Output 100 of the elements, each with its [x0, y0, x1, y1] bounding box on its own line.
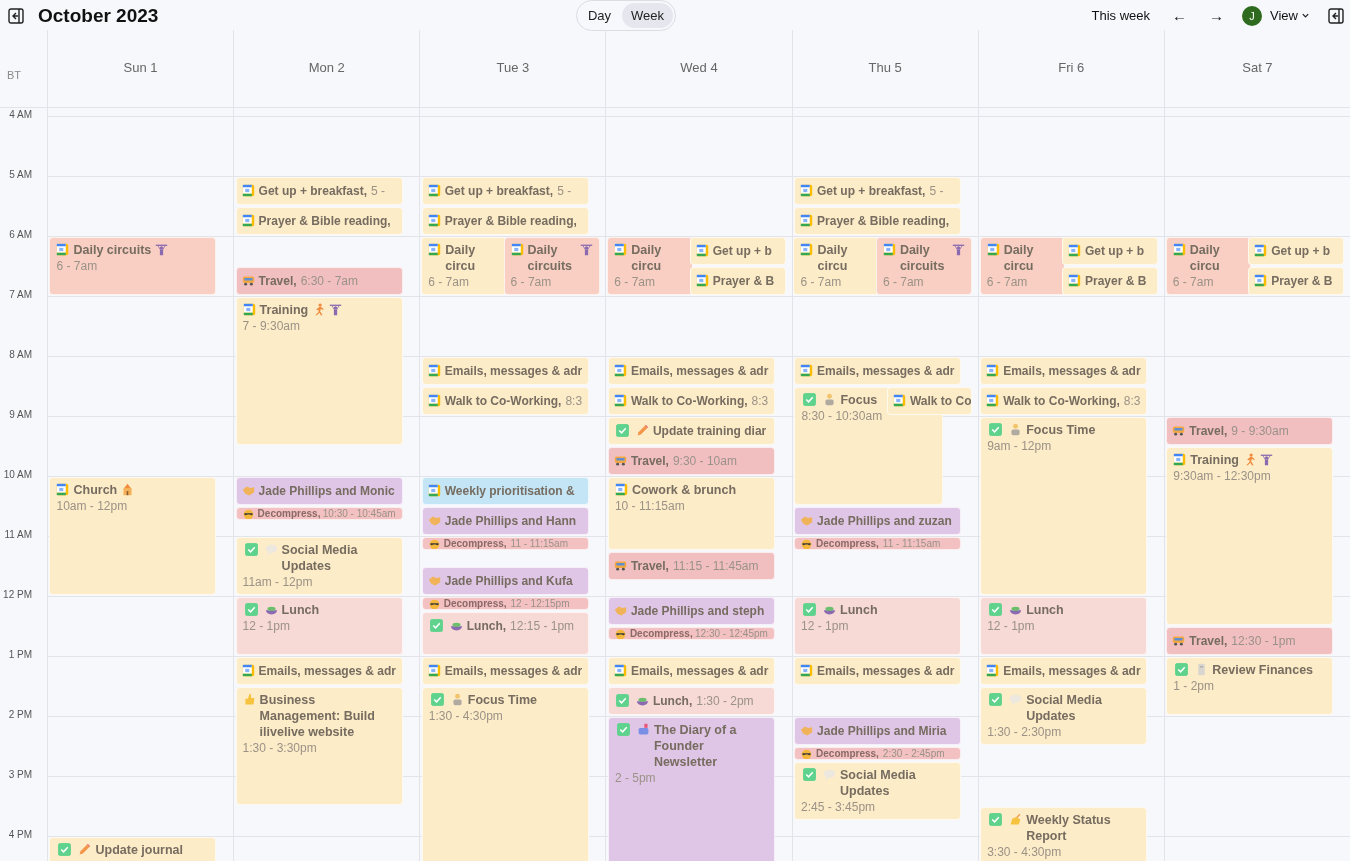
calendar-event[interactable]: Training 9:30am - 12:30pm — [1166, 447, 1334, 625]
calendar-event[interactable]: Jade Phillips and Monic — [235, 477, 403, 505]
checkbox[interactable] — [430, 693, 444, 706]
checkbox[interactable] — [803, 393, 817, 406]
calendar-event[interactable]: Lunch 12 - 1pm — [980, 597, 1148, 655]
view-tab[interactable]: Week — [622, 3, 674, 28]
calendar-event[interactable]: Emails, messages & adr — [980, 357, 1148, 385]
calendar-event[interactable]: Get up + b — [689, 237, 786, 265]
calendar-event[interactable]: Prayer & Bible reading, — [794, 207, 961, 235]
view-tab[interactable]: Day — [578, 3, 621, 28]
checkbox[interactable] — [989, 423, 1003, 436]
calendar-event[interactable]: Review Finances 1 - 2pm — [1166, 657, 1334, 715]
previous-button[interactable]: ← — [1168, 5, 1192, 26]
calendar-event[interactable]: Jade Phillips and Miria — [794, 717, 961, 745]
calendar-event[interactable]: Jade Phillips and Kufa — [421, 567, 589, 595]
calendar-event[interactable]: Training 7 - 9:30am — [235, 297, 403, 445]
calendar-event[interactable]: Focus Time 9am - 12pm — [980, 417, 1148, 595]
checkbox[interactable] — [615, 694, 629, 707]
calendar-event[interactable]: Daily circuits 6 - 7am — [49, 237, 217, 295]
calendar-event[interactable]: Decompress, 11 - 11:15am — [794, 537, 961, 550]
checkbox[interactable] — [989, 813, 1003, 826]
checkbox[interactable] — [429, 619, 443, 632]
sidebar-toggle-icon[interactable] — [8, 7, 24, 24]
calendar-event[interactable]: Church 10am - 12pm — [49, 477, 217, 595]
calendar-event[interactable]: Walk to Co-Working, 8:3 — [607, 387, 775, 415]
calendar-event[interactable]: Prayer & B — [1062, 267, 1159, 295]
calendar-event[interactable]: Walk to Co-Working, 8:3 — [980, 387, 1148, 415]
calendar-event[interactable]: Daily circu 6 - 7am — [607, 237, 693, 295]
calendar-event[interactable]: Emails, messages & adr — [794, 357, 961, 385]
calendar-event[interactable]: Decompress, 12 - 12:15pm — [421, 597, 589, 610]
calendar-event[interactable]: Lunch, 1:30 - 2pm — [607, 687, 775, 715]
calendar-event[interactable]: Jade Phillips and zuzan — [794, 507, 961, 535]
calendar-event[interactable]: Emails, messages & adr — [980, 657, 1148, 685]
calendar-event[interactable]: Prayer & B — [1248, 267, 1345, 295]
calendar-event[interactable]: Decompress, 11 - 11:15am — [421, 537, 589, 550]
calendar-event[interactable]: Daily circu 6 - 7am — [1165, 237, 1251, 295]
calendar-event[interactable]: Walk to Co-Working, 8:3 — [421, 387, 589, 415]
next-button[interactable]: → — [1205, 5, 1229, 26]
checkbox[interactable] — [244, 603, 258, 616]
calendar-event[interactable]: Emails, messages & adr — [235, 657, 403, 685]
calendar-event[interactable]: Update training diar — [607, 417, 775, 445]
calendar-event[interactable]: Update journal — [49, 837, 217, 861]
checkbox[interactable] — [803, 603, 817, 616]
checkbox[interactable] — [1175, 663, 1189, 676]
this-week-button[interactable]: This week — [1087, 6, 1155, 25]
calendar-event[interactable]: Jade Phillips and steph — [607, 597, 775, 625]
calendar-event[interactable]: Lunch, 12:15 - 1pm — [421, 612, 589, 655]
checkbox[interactable] — [989, 603, 1003, 616]
calendar-event[interactable]: Travel, 11:15 - 11:45am — [607, 552, 775, 580]
calendar-event[interactable]: Weekly Status Report 3:30 - 4:30pm — [980, 807, 1148, 861]
event-time: 5 - — [557, 183, 572, 199]
calendar-event[interactable]: Cowork & brunch 10 - 11:15am — [607, 477, 775, 550]
calendar-event[interactable]: Travel, 6:30 - 7am — [235, 267, 403, 295]
calendar-event[interactable]: Focus Time 1:30 - 4:30pm — [421, 687, 589, 861]
calendar-event[interactable]: Prayer & Bible reading, — [235, 207, 403, 235]
avatar[interactable]: J — [1242, 5, 1263, 26]
calendar-event[interactable]: Decompress, 10:30 - 10:45am — [235, 507, 403, 520]
calendar-event[interactable]: The Diary of a Founder Newsletter 2 - 5pm — [607, 717, 775, 861]
calendar-event[interactable]: Prayer & Bible reading, — [421, 207, 589, 235]
calendar-event[interactable]: Social Media Updates 2:45 - 3:45pm — [794, 762, 961, 820]
calendar-event[interactable]: Daily circu 6 - 7am — [793, 237, 879, 295]
calendar-event[interactable]: Get up + breakfast, 5 - — [235, 177, 403, 205]
checkbox[interactable] — [616, 723, 630, 736]
calendar-event[interactable]: Emails, messages & adr — [421, 357, 589, 385]
calendar-event[interactable]: Travel, 12:30 - 1pm — [1166, 627, 1334, 655]
calendar-event[interactable]: Get up + b — [1062, 237, 1159, 265]
calendar-event[interactable]: Lunch 12 - 1pm — [235, 597, 403, 655]
checkbox[interactable] — [803, 768, 817, 781]
calendar-event[interactable]: Prayer & B — [689, 267, 786, 295]
calendar-event[interactable]: Emails, messages & adr — [607, 657, 775, 685]
checkbox[interactable] — [58, 843, 72, 856]
calendar-event[interactable]: Travel, 9 - 9:30am — [1166, 417, 1334, 445]
calendar-event[interactable]: Jade Phillips and Hann — [421, 507, 589, 535]
event-time: 1:30 - 2:30pm — [987, 725, 1062, 739]
event-title: Weekly Status Report — [1026, 812, 1112, 844]
calendar-event[interactable]: Get up + b — [1248, 237, 1345, 265]
calendar-event[interactable]: Walk to Co — [886, 387, 973, 415]
view-menu-button[interactable]: View — [1266, 6, 1314, 25]
calendar-event[interactable]: Daily circuits 6 - 7am — [503, 237, 600, 295]
calendar-event[interactable]: Emails, messages & adr — [421, 657, 589, 685]
calendar-event[interactable]: Social Media Updates 1:30 - 2:30pm — [980, 687, 1148, 745]
checkbox[interactable] — [989, 693, 1003, 706]
calendar-event[interactable]: Weekly prioritisation & — [421, 477, 589, 505]
panel-toggle-icon[interactable] — [1328, 7, 1344, 24]
event-title: Jade Phillips and Hann — [444, 513, 577, 529]
calendar-event[interactable]: Get up + breakfast, 5 - — [421, 177, 589, 205]
calendar-event[interactable]: Daily circu 6 - 7am — [421, 237, 507, 295]
calendar-event[interactable]: Daily circuits 6 - 7am — [875, 237, 973, 295]
checkbox[interactable] — [244, 543, 258, 556]
checkbox[interactable] — [615, 424, 629, 437]
calendar-event[interactable]: Emails, messages & adr — [607, 357, 775, 385]
calendar-event[interactable]: Daily circu 6 - 7am — [979, 237, 1065, 295]
calendar-event[interactable]: Get up + breakfast, 5 - — [794, 177, 961, 205]
calendar-event[interactable]: Business Management: Build ilivelive website 1:30 - 3:30pm — [235, 687, 403, 805]
calendar-event[interactable]: Lunch 12 - 1pm — [794, 597, 961, 655]
calendar-event[interactable]: Decompress, 12:30 - 12:45pm — [607, 627, 775, 640]
calendar-event[interactable]: Decompress, 2:30 - 2:45pm — [794, 747, 961, 760]
calendar-event[interactable]: Travel, 9:30 - 10am — [607, 447, 775, 475]
calendar-event[interactable]: Social Media Updates 11am - 12pm — [235, 537, 403, 595]
calendar-event[interactable]: Emails, messages & adr — [794, 657, 961, 685]
